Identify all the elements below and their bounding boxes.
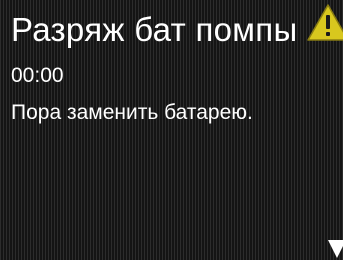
pump-alert-screen: Разряж бат помпы 00:00 Пора заменить бат…: [0, 0, 343, 260]
warning-triangle-icon: [307, 4, 343, 41]
alert-title: Разряж бат помпы: [11, 11, 298, 48]
scroll-down-arrow-icon[interactable]: [326, 236, 343, 260]
alert-time: 00:00: [11, 64, 64, 87]
alert-message: Пора заменить батарею.: [11, 101, 253, 124]
